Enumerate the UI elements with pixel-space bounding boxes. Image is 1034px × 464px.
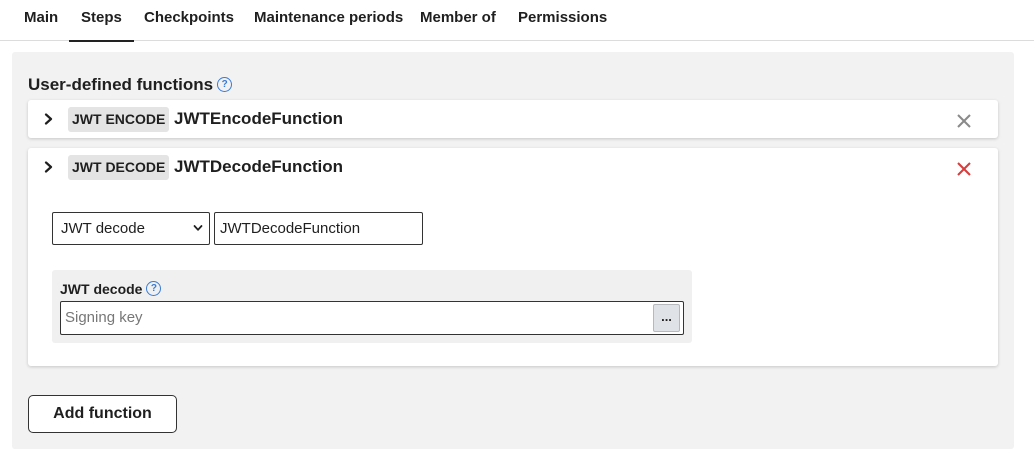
add-function-button[interactable]: Add function xyxy=(28,395,177,433)
function-card-jwt-decode: JWT DECODE JWTDecodeFunction JWT decode … xyxy=(28,148,998,366)
tab-permissions[interactable]: Permissions xyxy=(518,0,607,41)
function-type-select-value: JWT decode xyxy=(61,220,145,237)
help-circle-icon[interactable]: ? xyxy=(217,77,233,92)
chevron-down-icon xyxy=(193,225,203,231)
browse-button[interactable]: ... xyxy=(653,304,680,332)
function-type-select[interactable]: JWT decode xyxy=(52,212,210,245)
tab-main[interactable]: Main xyxy=(24,0,58,41)
section-title: User-defined functions? xyxy=(28,75,233,95)
section-title-text: User-defined functions xyxy=(28,75,214,94)
jwt-decode-label-text: JWT decode xyxy=(60,281,143,297)
function-type-badge: JWT DECODE xyxy=(68,155,170,180)
function-card-jwt-encode: JWT ENCODE JWTEncodeFunction xyxy=(28,100,998,138)
signing-key-input[interactable]: Signing key ... xyxy=(60,301,684,335)
tab-checkpoints[interactable]: Checkpoints xyxy=(144,0,234,41)
tab-steps[interactable]: Steps xyxy=(69,0,134,42)
function-name: JWTEncodeFunction xyxy=(174,109,344,128)
jwt-decode-label: JWT decode? xyxy=(60,281,162,297)
jwt-decode-settings: JWT decode? Signing key ... xyxy=(52,270,692,343)
help-circle-icon[interactable]: ? xyxy=(146,281,162,296)
tab-member-of[interactable]: Member of xyxy=(420,0,496,41)
function-name-input[interactable]: JWTDecodeFunction xyxy=(214,212,423,245)
function-name: JWTDecodeFunction xyxy=(174,157,344,176)
function-type-badge: JWT ENCODE xyxy=(68,107,170,132)
functions-panel: User-defined functions? JWT ENCODE JWTEn… xyxy=(12,52,1014,449)
chevron-right-icon[interactable] xyxy=(44,113,54,125)
close-icon[interactable] xyxy=(956,113,972,129)
signing-key-placeholder: Signing key xyxy=(65,309,143,326)
tab-maintenance-periods[interactable]: Maintenance periods xyxy=(254,0,403,41)
chevron-right-icon[interactable] xyxy=(44,161,54,173)
tab-bar: Main Steps Checkpoints Maintenance perio… xyxy=(0,0,1034,42)
close-icon[interactable] xyxy=(956,161,972,177)
